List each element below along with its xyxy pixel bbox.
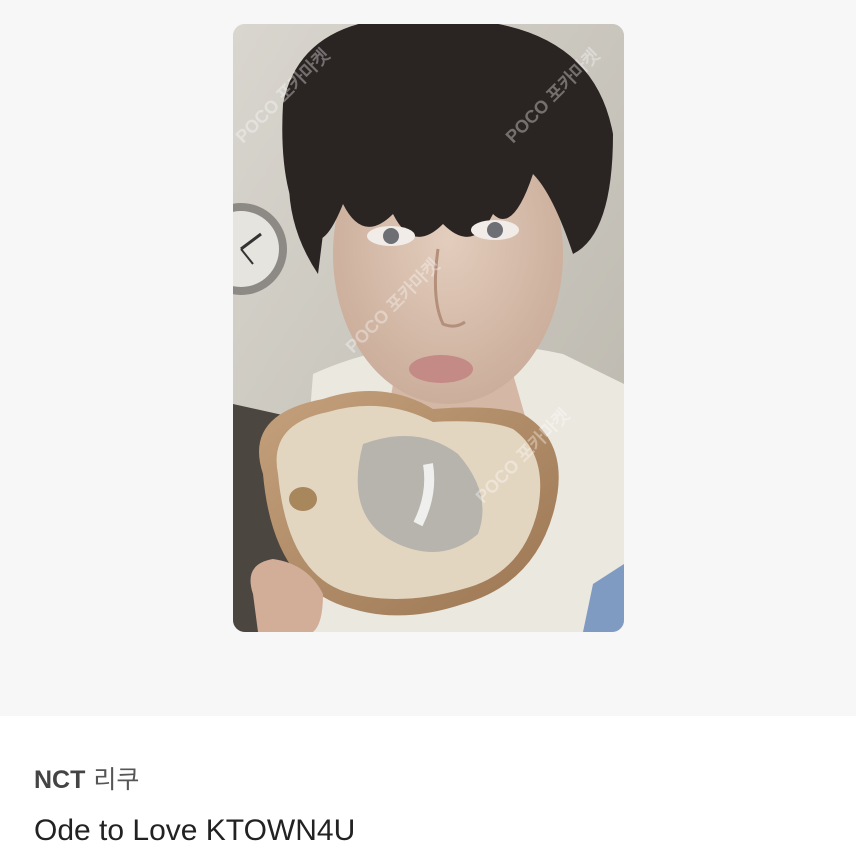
group-name: NCT <box>34 766 86 794</box>
product-image-area[interactable]: POCO 포카마켓 POCO 포카마켓 POCO 포카마켓 POCO 포카마켓 <box>0 0 856 716</box>
artist-line: NCT 리쿠 <box>34 763 139 797</box>
photocard-image[interactable]: POCO 포카마켓 POCO 포카마켓 POCO 포카마켓 POCO 포카마켓 <box>233 24 624 632</box>
member-name: 리쿠 <box>93 766 140 794</box>
photocard-illustration: POCO 포카마켓 POCO 포카마켓 POCO 포카마켓 POCO 포카마켓 <box>233 24 624 632</box>
product-title: Ode to Love KTOWN4U <box>34 814 356 847</box>
